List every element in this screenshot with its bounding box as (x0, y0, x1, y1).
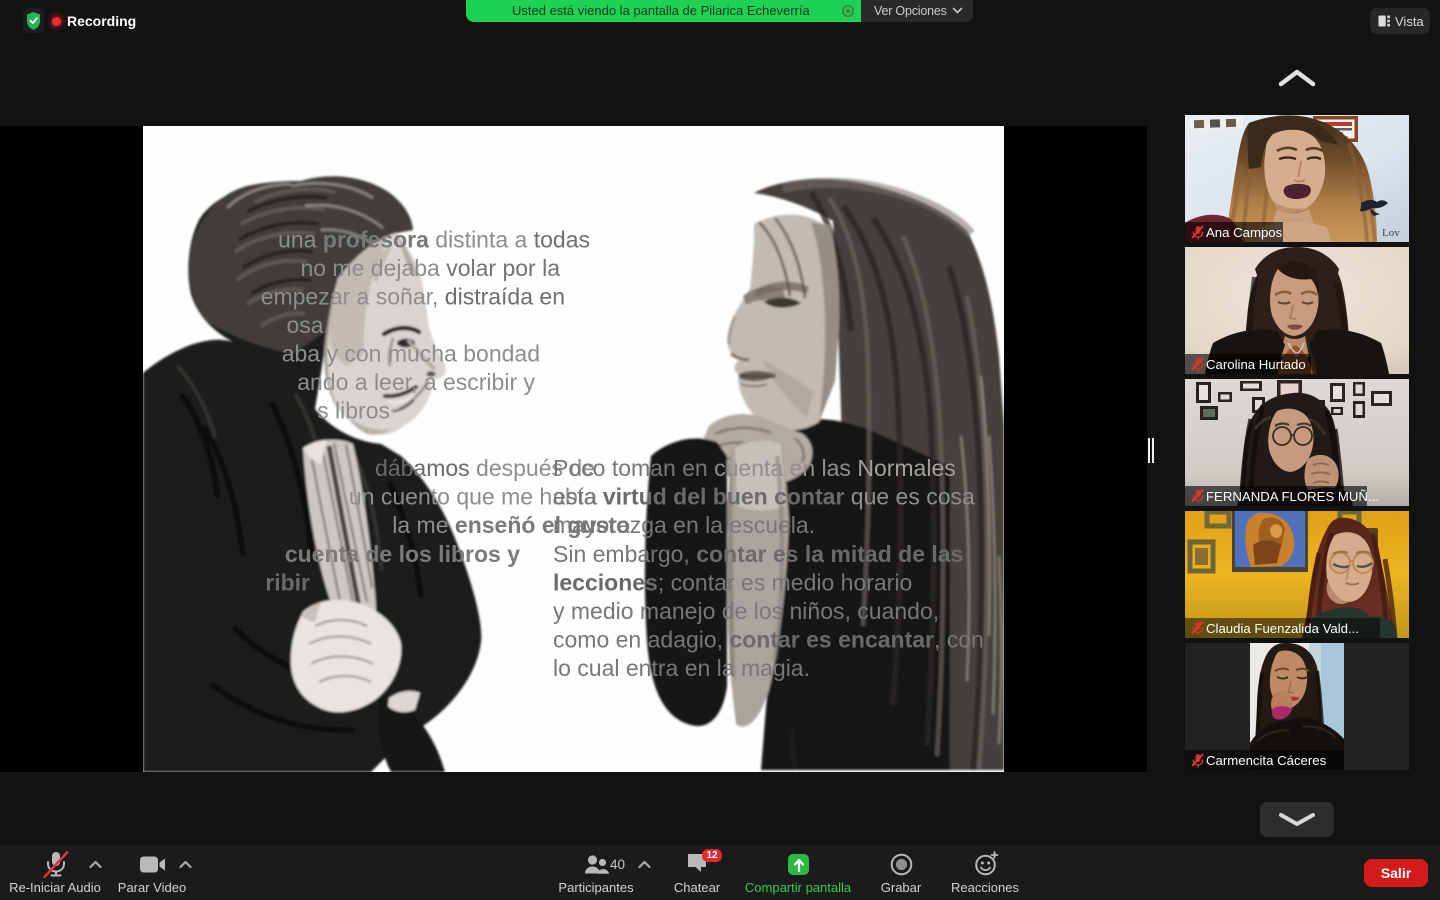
svg-text:una profesora distinta a todas: una profesora distinta a todas (278, 227, 590, 253)
svg-text:lo cual entra en la magia.: lo cual entra en la magia. (553, 655, 810, 681)
svg-text:ribir: ribir (265, 569, 310, 595)
svg-text:como en adagio, contar es enca: como en adagio, contar es encantar, con (553, 627, 984, 653)
svg-text:osa.: osa. (287, 312, 330, 338)
svg-text:lecciones; contar es medio hor: lecciones; contar es medio horario (553, 569, 912, 595)
svg-text:Sin embargo, contar es la mita: Sin embargo, contar es la mitad de las (553, 541, 963, 567)
svg-text:empezar a soñar, distraída en: empezar a soñar, distraída en (261, 284, 565, 310)
svg-text:Carmencita Cáceres: Carmencita Cáceres (1206, 753, 1327, 768)
svg-text:Poco toman en cuenta en las No: Poco toman en cuenta en las Normales (553, 455, 956, 481)
svg-text:cuenta de los libros y: cuenta de los libros y (285, 541, 520, 567)
svg-text:no me dejaba volar por la: no me dejaba volar por la (300, 255, 560, 281)
svg-text:Ana Campos: Ana Campos (1206, 225, 1283, 240)
svg-text:mayorazga en la escuela.: mayorazga en la escuela. (553, 512, 815, 538)
svg-text:Carolina Hurtado: Carolina Hurtado (1206, 357, 1306, 372)
svg-text:Lov: Lov (1382, 227, 1400, 239)
svg-text:y medio manejo de los niños, c: y medio manejo de los niños, cuando, (553, 598, 939, 624)
svg-text:FERNANDA FLORES MUÑ...: FERNANDA FLORES MUÑ... (1206, 489, 1379, 504)
svg-text:esta virtud del buen contar qu: esta virtud del buen contar que es cosa (553, 484, 975, 510)
svg-text:Claudia Fuenzalida Vald...: Claudia Fuenzalida Vald... (1206, 621, 1359, 636)
svg-text:aba y con mucha bondad: aba y con mucha bondad (282, 341, 540, 367)
svg-text:ando a leer, a escribir y: ando a leer, a escribir y (297, 369, 535, 395)
svg-text:s libros: s libros (317, 398, 390, 424)
